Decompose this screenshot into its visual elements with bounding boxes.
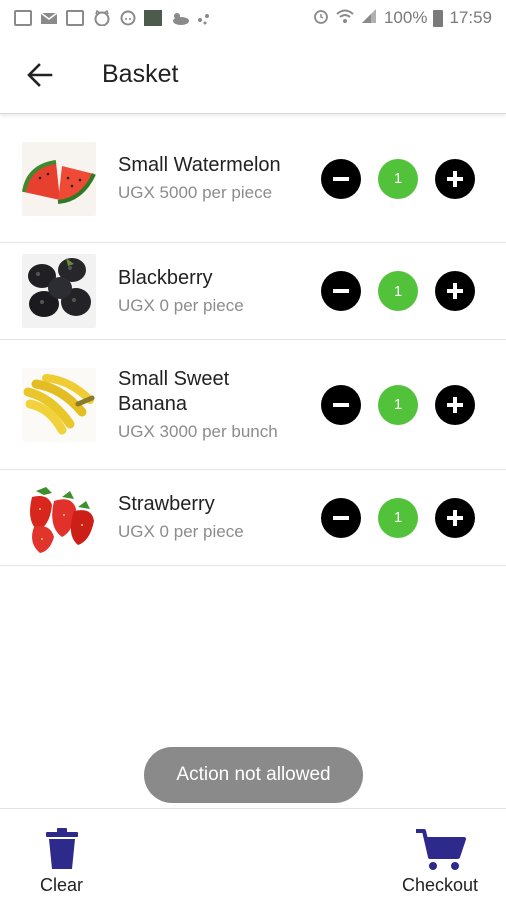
cat-icon bbox=[92, 9, 110, 27]
quantity-controls: 1 bbox=[321, 497, 475, 538]
clear-label: Clear bbox=[40, 875, 84, 895]
weather-icon bbox=[170, 10, 189, 26]
decrease-button[interactable] bbox=[321, 497, 361, 538]
quantity-controls: 1 bbox=[321, 271, 475, 311]
dots-icon bbox=[196, 10, 214, 26]
minus-icon bbox=[333, 176, 349, 181]
increase-button[interactable] bbox=[435, 271, 475, 311]
item-price: UGX 0 per piece bbox=[118, 522, 244, 541]
item-price: UGX 0 per piece bbox=[118, 295, 244, 315]
strawberry-image bbox=[22, 480, 96, 555]
item-name: Small Watermelon bbox=[118, 154, 281, 176]
banana-image bbox=[22, 367, 96, 442]
decrease-button[interactable] bbox=[321, 271, 361, 311]
minus-icon bbox=[333, 515, 349, 520]
trash-icon bbox=[45, 828, 78, 869]
minus-icon bbox=[333, 402, 349, 407]
arrow-left-icon bbox=[27, 62, 53, 87]
item-name: Strawberry bbox=[118, 493, 215, 515]
quantity-controls: 1 bbox=[321, 384, 475, 425]
minus-icon bbox=[333, 289, 349, 293]
basket-item[interactable]: Small Sweet Banana UGX 3000 per bunch 1 bbox=[0, 340, 506, 470]
toast-message: Action not allowed bbox=[144, 747, 363, 803]
checkout-label: Checkout bbox=[402, 875, 479, 895]
plus-icon bbox=[447, 509, 463, 526]
quantity-badge: 1 bbox=[378, 497, 418, 538]
item-price: UGX 3000 per bunch bbox=[118, 421, 278, 441]
quantity-badge: 1 bbox=[378, 384, 418, 425]
item-name: Small Sweet Banana bbox=[118, 367, 230, 415]
basket-item[interactable]: Blackberry UGX 0 per piece 1 bbox=[0, 243, 506, 340]
item-name: Blackberry bbox=[118, 266, 213, 289]
plus-icon bbox=[447, 170, 463, 187]
increase-button[interactable] bbox=[435, 384, 475, 425]
battery-icon bbox=[433, 9, 444, 27]
alarm-icon bbox=[312, 7, 330, 30]
plus-icon bbox=[447, 283, 463, 299]
app-icon bbox=[144, 10, 162, 26]
quantity-badge: 1 bbox=[378, 271, 418, 311]
signal-icon bbox=[360, 8, 378, 29]
status-bar: 100% 17:59 bbox=[0, 0, 506, 36]
back-button[interactable] bbox=[10, 45, 70, 105]
clear-button[interactable]: Clear bbox=[40, 827, 83, 896]
decrease-button[interactable] bbox=[321, 384, 361, 425]
watermelon-image bbox=[22, 141, 96, 216]
notification-icons bbox=[14, 9, 214, 27]
checkout-button[interactable]: Checkout bbox=[402, 827, 478, 896]
wifi-icon bbox=[336, 8, 354, 29]
cart-icon bbox=[416, 829, 467, 870]
quantity-controls: 1 bbox=[321, 158, 475, 199]
mail-icon bbox=[40, 10, 58, 26]
plus-icon bbox=[447, 396, 463, 413]
calendar-icon bbox=[66, 10, 84, 26]
basket-item[interactable]: Strawberry UGX 0 per piece 1 bbox=[0, 470, 506, 566]
quantity-badge: 1 bbox=[378, 158, 418, 199]
basket-list: Small Watermelon UGX 5000 per piece 1 Bl… bbox=[0, 115, 506, 566]
blackberry-image bbox=[22, 254, 96, 328]
item-price: UGX 5000 per piece bbox=[118, 183, 273, 202]
clock: 17:59 bbox=[449, 8, 492, 27]
battery-percent: 100% bbox=[383, 8, 428, 27]
basket-item[interactable]: Small Watermelon UGX 5000 per piece 1 bbox=[0, 115, 506, 243]
bottom-bar: Clear Checkout bbox=[0, 808, 506, 900]
decrease-button[interactable] bbox=[321, 158, 361, 199]
pig-icon bbox=[118, 10, 136, 26]
page-title: Basket bbox=[102, 60, 179, 88]
app-bar: Basket bbox=[0, 36, 506, 114]
increase-button[interactable] bbox=[435, 158, 475, 199]
increase-button[interactable] bbox=[435, 497, 475, 538]
image-icon bbox=[14, 10, 32, 26]
system-icons: 100% 17:59 bbox=[312, 7, 492, 30]
